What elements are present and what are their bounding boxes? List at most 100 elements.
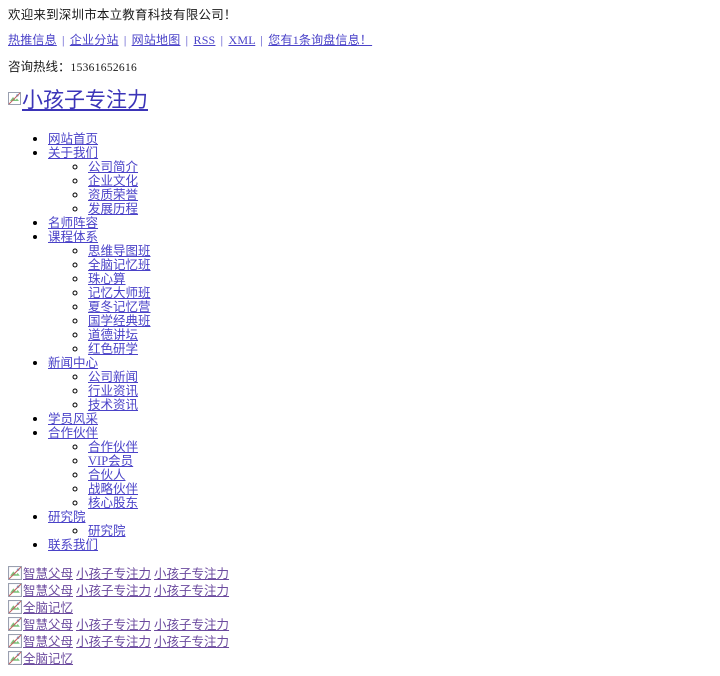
nav-item-home[interactable]: 网站首页 [48, 132, 712, 146]
bottom-image-row: 智慧父母 小孩子专注力 小孩子专注力 [8, 566, 712, 583]
nav-link-whole-brain-memory-class[interactable]: 全脑记忆班 [88, 259, 151, 273]
nav-link-partners[interactable]: 合作伙伴 [48, 427, 98, 441]
nav-subitem-summer-winter-memory-camp[interactable]: 夏冬记忆营 [88, 300, 712, 314]
nav-subitem-qualification-honors[interactable]: 资质荣誉 [88, 188, 712, 202]
bottom-image-alt-link[interactable]: 智慧父母 [23, 567, 73, 581]
nav-subitem-mind-map-class[interactable]: 思维导图班 [88, 244, 712, 258]
nav-link-mind-map-class[interactable]: 思维导图班 [88, 245, 151, 259]
main-navigation: 网站首页 关于我们 公司简介 企业文化 资质荣誉 发展历程 名师阵容 [8, 132, 712, 552]
nav-separator: | [62, 33, 65, 48]
nav-subitem-strategic-partners[interactable]: 战略伙伴 [88, 482, 712, 496]
inquiry-message-link[interactable]: 您有1条询盘信息！ [268, 33, 372, 47]
bottom-image-row: 全脑记忆 [8, 600, 712, 617]
nav-link-contact[interactable]: 联系我们 [48, 539, 98, 553]
nav-link-tech-news[interactable]: 技术资讯 [88, 399, 138, 413]
nav-item-news[interactable]: 新闻中心 公司新闻 行业资讯 技术资讯 [48, 356, 712, 412]
bottom-image-alt-link[interactable]: 小孩子专注力 [154, 567, 229, 581]
bottom-image-row: 智慧父母 小孩子专注力 小孩子专注力 [8, 583, 712, 600]
nav-link-company-news[interactable]: 公司新闻 [88, 371, 138, 385]
nav-link-about[interactable]: 关于我们 [48, 147, 98, 161]
nav-link-chinese-classics-class[interactable]: 国学经典班 [88, 315, 151, 329]
nav-link-home[interactable]: 网站首页 [48, 133, 98, 147]
nav-link-abacus-mental-math[interactable]: 珠心算 [88, 273, 126, 287]
nav-link-summer-winter-memory-camp[interactable]: 夏冬记忆营 [88, 301, 151, 315]
nav-link-teachers[interactable]: 名师阵容 [48, 217, 98, 231]
nav-subitem-vip-members[interactable]: VIP会员 [88, 454, 712, 468]
nav-link-news[interactable]: 新闻中心 [48, 357, 98, 371]
broken-image-icon [8, 650, 22, 665]
nav-link-development-history[interactable]: 发展历程 [88, 203, 138, 217]
nav-separator: | [185, 33, 189, 48]
bottom-image-alt-link[interactable]: 小孩子专注力 [76, 635, 151, 649]
nav-subitem-chinese-classics-class[interactable]: 国学经典班 [88, 314, 712, 328]
submenu-partners: 合作伙伴 VIP会员 合伙人 战略伙伴 核心股东 [48, 440, 712, 510]
nav-subitem-tech-news[interactable]: 技术资讯 [88, 398, 712, 412]
nav-link-qualification-honors[interactable]: 资质荣誉 [88, 189, 138, 203]
nav-link-partner-person[interactable]: 合伙人 [88, 469, 126, 483]
nav-link-red-study-tour[interactable]: 红色研学 [88, 343, 138, 357]
submenu-about: 公司简介 企业文化 资质荣誉 发展历程 [48, 160, 712, 216]
bottom-image-alt-link[interactable]: 全脑记忆 [23, 652, 73, 666]
bottom-image-alt-link[interactable]: 小孩子专注力 [76, 567, 151, 581]
bottom-image-alt-link[interactable]: 全脑记忆 [23, 601, 73, 615]
nav-item-student-showcase[interactable]: 学员风采 [48, 412, 712, 426]
broken-image-icon [8, 92, 21, 106]
nav-item-partners[interactable]: 合作伙伴 合作伙伴 VIP会员 合伙人 战略伙伴 核心股东 [48, 426, 712, 510]
sitemap-link[interactable]: 网站地图 [132, 33, 181, 47]
nav-item-courses[interactable]: 课程体系 思维导图班 全脑记忆班 珠心算 记忆大师班 夏冬记忆营 国 [48, 230, 712, 356]
nav-subitem-company-culture[interactable]: 企业文化 [88, 174, 712, 188]
nav-item-about[interactable]: 关于我们 公司简介 企业文化 资质荣誉 发展历程 [48, 146, 712, 216]
submenu-news: 公司新闻 行业资讯 技术资讯 [48, 370, 712, 412]
nav-link-company-profile[interactable]: 公司简介 [88, 161, 138, 175]
nav-subitem-company-profile[interactable]: 公司简介 [88, 160, 712, 174]
nav-link-industry-news[interactable]: 行业资讯 [88, 385, 138, 399]
site-logo-link[interactable]: 小孩子专注力 [8, 89, 148, 112]
nav-link-morality-forum[interactable]: 道德讲坛 [88, 329, 138, 343]
nav-link-institute[interactable]: 研究院 [48, 511, 86, 525]
broken-image-icon [8, 617, 22, 632]
bottom-image-alt-link[interactable]: 智慧父母 [23, 584, 73, 598]
nav-subitem-memory-master-class[interactable]: 记忆大师班 [88, 286, 712, 300]
bottom-image-alt-link[interactable]: 小孩子专注力 [154, 618, 229, 632]
nav-subitem-core-shareholders[interactable]: 核心股东 [88, 496, 712, 510]
bottom-image-alt-link[interactable]: 小孩子专注力 [154, 584, 229, 598]
hotline-label: 咨询热线： [8, 60, 71, 75]
nav-subitem-red-study-tour[interactable]: 红色研学 [88, 342, 712, 356]
nav-subitem-company-news[interactable]: 公司新闻 [88, 370, 712, 384]
nav-link-vip-members[interactable]: VIP会员 [88, 455, 133, 469]
broken-image-icon [8, 583, 22, 598]
nav-subitem-development-history[interactable]: 发展历程 [88, 202, 712, 216]
nav-subitem-industry-news[interactable]: 行业资讯 [88, 384, 712, 398]
nav-item-institute[interactable]: 研究院 研究院 [48, 510, 712, 538]
nav-subitem-morality-forum[interactable]: 道德讲坛 [88, 328, 712, 342]
nav-subitem-partner-person[interactable]: 合伙人 [88, 468, 712, 482]
branch-site-link[interactable]: 企业分站 [70, 33, 119, 47]
hotline: 咨询热线：15361652616 [8, 60, 712, 75]
bottom-image-row: 智慧父母 小孩子专注力 小孩子专注力 [8, 633, 712, 651]
nav-link-core-shareholders[interactable]: 核心股东 [88, 497, 138, 511]
nav-subitem-whole-brain-memory-class[interactable]: 全脑记忆班 [88, 258, 712, 272]
nav-link-institute-sub[interactable]: 研究院 [88, 525, 126, 539]
nav-subitem-abacus-mental-math[interactable]: 珠心算 [88, 272, 712, 286]
bottom-image-alt-link[interactable]: 小孩子专注力 [76, 618, 151, 632]
hot-info-link[interactable]: 热推信息 [8, 33, 57, 47]
nav-link-memory-master-class[interactable]: 记忆大师班 [88, 287, 151, 301]
nav-item-contact[interactable]: 联系我们 [48, 538, 712, 552]
bottom-image-alt-link[interactable]: 智慧父母 [23, 618, 73, 632]
nav-link-student-showcase[interactable]: 学员风采 [48, 413, 98, 427]
bottom-image-link-list: 智慧父母 小孩子专注力 小孩子专注力 智慧父母 小孩子专注力 小孩子专注力 全脑… [8, 566, 712, 667]
rss-link[interactable]: RSS [193, 33, 215, 47]
nav-link-strategic-partners[interactable]: 战略伙伴 [88, 483, 138, 497]
nav-subitem-institute[interactable]: 研究院 [88, 524, 712, 538]
bottom-image-alt-link[interactable]: 小孩子专注力 [76, 584, 151, 598]
broken-image-icon [8, 566, 22, 581]
bottom-image-alt-link[interactable]: 小孩子专注力 [154, 635, 229, 649]
nav-link-courses[interactable]: 课程体系 [48, 231, 98, 245]
nav-subitem-partners[interactable]: 合作伙伴 [88, 440, 712, 454]
welcome-text: 欢迎来到深圳市本立教育科技有限公司！ [8, 8, 237, 22]
bottom-image-alt-link[interactable]: 智慧父母 [23, 635, 73, 649]
nav-link-partners-sub[interactable]: 合作伙伴 [88, 441, 138, 455]
nav-item-teachers[interactable]: 名师阵容 [48, 216, 712, 230]
nav-link-company-culture[interactable]: 企业文化 [88, 175, 138, 189]
xml-link[interactable]: XML [228, 33, 255, 47]
